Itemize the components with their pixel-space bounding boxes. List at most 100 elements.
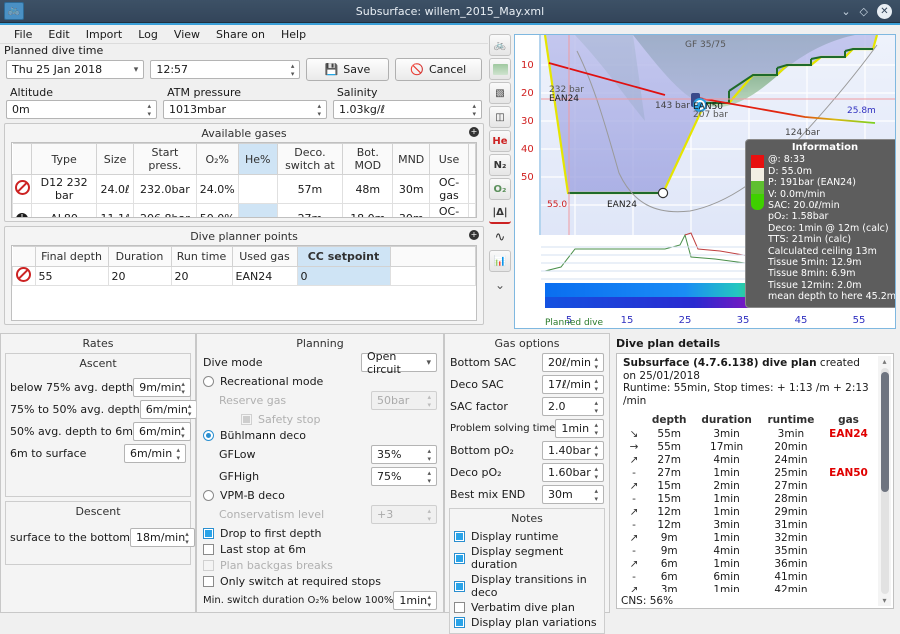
vpmb-deco-radio[interactable]: VPM-B deco bbox=[203, 489, 437, 502]
close-button[interactable]: ✕ bbox=[877, 4, 892, 19]
gas-use-cell[interactable]: OC-gas bbox=[430, 204, 469, 219]
table-row[interactable]: D12 232 bar 24.0ℓ 232.0bar 24.0% 57m 48m… bbox=[13, 175, 476, 204]
ascent-50-to-6m-spin[interactable]: 6m/min ▴▾ bbox=[133, 422, 191, 441]
gas-mnd-cell[interactable]: 30m bbox=[393, 204, 430, 219]
bottom-po2-spin[interactable]: 1.40bar ▴▾ bbox=[542, 441, 604, 460]
gas-bot-mod-cell[interactable]: 48m bbox=[343, 175, 393, 204]
display-segment-duration-checkbox[interactable]: Display segment duration bbox=[454, 545, 600, 571]
spinner-icon[interactable]: ▴▾ bbox=[427, 593, 434, 609]
spinner-icon[interactable]: ▴▾ bbox=[594, 487, 601, 503]
spinner-icon[interactable]: ▴▾ bbox=[148, 102, 155, 118]
gflow-spin[interactable]: 35% ▴▾ bbox=[371, 445, 437, 464]
gas-size-cell[interactable]: 24.0ℓ bbox=[96, 175, 134, 204]
spinner-icon[interactable]: ▴▾ bbox=[188, 402, 195, 418]
menu-import[interactable]: Import bbox=[78, 27, 131, 42]
points-col-run-time[interactable]: Run time bbox=[171, 247, 232, 267]
point-cc-setpoint-cell[interactable]: 0 bbox=[297, 267, 390, 286]
gas-type-cell[interactable]: AL80 bbox=[32, 204, 96, 219]
calculated-ceiling-icon[interactable]: ▧ bbox=[489, 82, 511, 104]
gas-deco-switch-cell[interactable]: 27m bbox=[277, 204, 343, 219]
menu-view[interactable]: View bbox=[166, 27, 208, 42]
tissues-icon[interactable]: 📊 bbox=[489, 250, 511, 272]
only-switch-at-required-stops-checkbox[interactable]: Only switch at required stops bbox=[203, 575, 437, 588]
salinity-spin[interactable]: 1.03kg/ℓ ▴▾ bbox=[333, 100, 482, 119]
points-col-used-gas[interactable]: Used gas bbox=[232, 247, 297, 267]
spinner-icon[interactable]: ▴▾ bbox=[594, 377, 601, 393]
gas-he-cell[interactable] bbox=[239, 204, 278, 219]
deco-sac-spin[interactable]: 17ℓ/min ▴▾ bbox=[542, 375, 604, 394]
setpoint-icon[interactable]: ◫ bbox=[489, 106, 511, 128]
ascent-75-to-50-spin[interactable]: 6m/min ▴▾ bbox=[140, 400, 198, 419]
ascent-6m-to-surface-spin[interactable]: 6m/min ▴▾ bbox=[124, 444, 186, 463]
gas-start-press-cell[interactable]: 206.8bar bbox=[134, 204, 196, 219]
save-button[interactable]: 💾 Save bbox=[306, 58, 388, 81]
gases-col-use[interactable]: Use bbox=[430, 144, 469, 175]
point-used-gas-cell[interactable]: EAN24 bbox=[232, 267, 297, 286]
table-row[interactable]: ⇩ AL80 11.1ℓ 206.8bar 50.0% 27m 18.0m 30… bbox=[13, 204, 476, 219]
gas-start-press-cell[interactable]: 232.0bar bbox=[134, 175, 196, 204]
row-gas-switch-icon[interactable]: ⇩ bbox=[13, 204, 32, 219]
gas-o2-cell[interactable]: 24.0% bbox=[196, 175, 239, 204]
diver-icon[interactable]: 🚲 bbox=[489, 34, 511, 56]
spinner-icon[interactable]: ▴▾ bbox=[472, 102, 479, 118]
more-icon[interactable]: ⌄ bbox=[489, 274, 511, 296]
spinner-icon[interactable]: ▴▾ bbox=[181, 380, 188, 396]
gases-col-o2[interactable]: O₂% bbox=[196, 144, 239, 175]
dive-time-spin[interactable]: 12:57 ▴▾ bbox=[150, 60, 300, 79]
dive-profile-chart[interactable]: 102030 4050 5 15 25 35 45 55 GF 35/75 23… bbox=[514, 34, 896, 329]
add-point-icon[interactable]: + bbox=[469, 230, 479, 240]
spinner-icon[interactable]: ▴▾ bbox=[594, 443, 601, 459]
points-col-cc-setpoint[interactable]: CC setpoint bbox=[297, 247, 390, 267]
gas-o2-cell[interactable]: 50.0% bbox=[196, 204, 239, 219]
bottom-sac-spin[interactable]: 20ℓ/min ▴▾ bbox=[542, 353, 604, 372]
gases-col-deco-switch[interactable]: Deco. switch at bbox=[277, 144, 343, 175]
table-row[interactable]: 55 20 20 EAN24 0 bbox=[13, 267, 476, 286]
deco-po2-spin[interactable]: 1.60bar ▴▾ bbox=[542, 463, 604, 482]
ceiling-fill-icon[interactable] bbox=[489, 58, 511, 80]
menu-log[interactable]: Log bbox=[130, 27, 166, 42]
spinner-icon[interactable]: ▴▾ bbox=[594, 399, 601, 415]
row-delete-icon[interactable] bbox=[13, 267, 36, 286]
points-col-final-depth[interactable]: Final depth bbox=[35, 247, 108, 267]
gas-he-cell[interactable] bbox=[239, 175, 278, 204]
drop-to-first-depth-checkbox[interactable]: Drop to first depth bbox=[203, 527, 437, 540]
altitude-spin[interactable]: 0m ▴▾ bbox=[6, 100, 157, 119]
spinner-icon[interactable]: ▴▾ bbox=[317, 102, 324, 118]
gas-size-cell[interactable]: 11.1ℓ bbox=[96, 204, 134, 219]
add-gas-icon[interactable]: + bbox=[469, 127, 479, 137]
buhlmann-deco-radio[interactable]: Bühlmann deco bbox=[203, 429, 437, 442]
spinner-icon[interactable]: ▴▾ bbox=[427, 469, 434, 485]
menu-help[interactable]: Help bbox=[273, 27, 314, 42]
details-scrollbar[interactable]: ▴ ▾ bbox=[878, 356, 891, 606]
gases-col-icon[interactable] bbox=[13, 144, 32, 175]
gases-col-size[interactable]: Size bbox=[96, 144, 134, 175]
minimize-button[interactable]: ⌄ bbox=[841, 5, 850, 18]
verbatim-dive-plan-checkbox[interactable]: Verbatim dive plan bbox=[454, 601, 600, 614]
best-mix-end-spin[interactable]: 30m ▴▾ bbox=[542, 485, 604, 504]
scroll-down-icon[interactable]: ▾ bbox=[882, 595, 886, 606]
scroll-thumb[interactable] bbox=[881, 372, 889, 492]
spinner-icon[interactable]: ▴▾ bbox=[291, 62, 298, 78]
spinner-icon[interactable]: ▴▾ bbox=[427, 447, 434, 463]
menu-share-on[interactable]: Share on bbox=[208, 27, 273, 42]
point-duration-cell[interactable]: 20 bbox=[108, 267, 171, 286]
maximize-button[interactable]: ◇ bbox=[860, 5, 868, 18]
recreational-mode-radio[interactable]: Recreational mode bbox=[203, 375, 437, 388]
menu-file[interactable]: File bbox=[6, 27, 40, 42]
spinner-icon[interactable]: ▴▾ bbox=[185, 530, 192, 546]
row-delete-icon[interactable] bbox=[13, 175, 32, 204]
he-icon[interactable]: He bbox=[489, 130, 511, 152]
scroll-track[interactable] bbox=[881, 368, 889, 594]
gases-col-bot-mod[interactable]: Bot. MOD bbox=[343, 144, 393, 175]
descent-surface-to-bottom-spin[interactable]: 18m/min ▴▾ bbox=[130, 528, 195, 547]
points-col-icon[interactable] bbox=[13, 247, 36, 267]
display-runtime-checkbox[interactable]: Display runtime bbox=[454, 530, 600, 543]
problem-solving-time-spin[interactable]: 1min ▴▾ bbox=[555, 419, 604, 438]
gas-bot-mod-cell[interactable]: 18.0m bbox=[343, 204, 393, 219]
cancel-button[interactable]: 🚫 Cancel bbox=[395, 58, 483, 81]
ascent-below-75-spin[interactable]: 9m/min ▴▾ bbox=[133, 378, 191, 397]
spinner-icon[interactable]: ▴▾ bbox=[594, 421, 601, 437]
point-final-depth-cell[interactable]: 55 bbox=[35, 267, 108, 286]
o2-icon[interactable]: O₂ bbox=[489, 178, 511, 200]
gas-mnd-cell[interactable]: 30m bbox=[393, 175, 430, 204]
